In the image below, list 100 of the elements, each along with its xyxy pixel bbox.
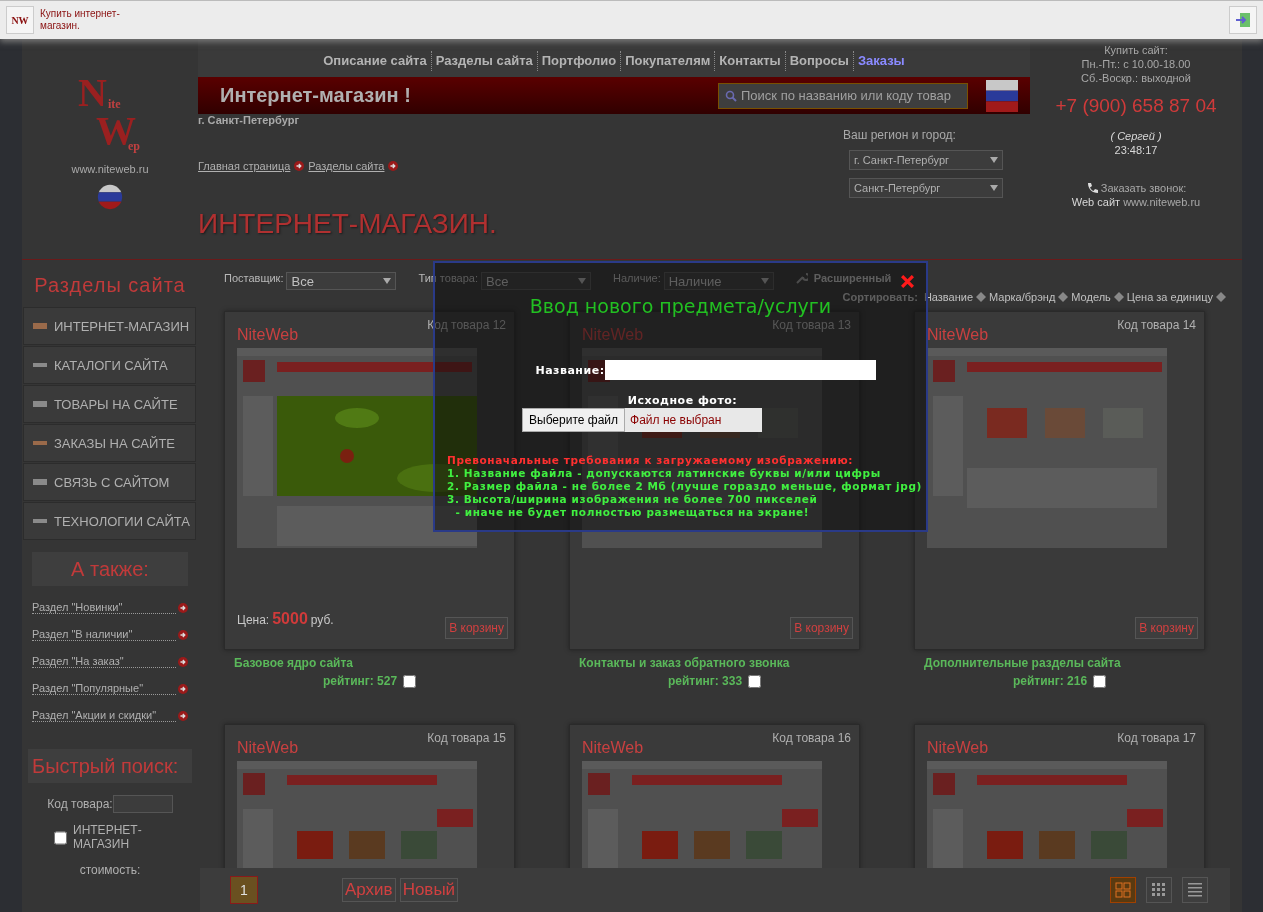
list-view-icon	[1187, 882, 1203, 898]
requirement-text: 2. Размер файла - не более 2 Мб (лучше гораздо меньше, формат jpg)	[447, 480, 923, 493]
requirement-text: 1. Название файла - допускаются латинские буквы и/или цифры	[447, 467, 882, 480]
sort-icon[interactable]	[1216, 292, 1226, 302]
product-code: Код товара 15	[427, 731, 506, 745]
requirement-text: - иначе не будет полностью размещаться на экране!	[454, 506, 811, 519]
dropdown-arrow-icon	[760, 278, 769, 284]
brand-name: NiteWeb	[927, 326, 989, 344]
compare-checkbox[interactable]	[748, 674, 762, 688]
section-link[interactable]: Раздел "В наличии"	[32, 628, 176, 641]
small-grid-icon	[1151, 882, 1167, 898]
sidebar-item[interactable]: КАТАЛОГИ САЙТА	[23, 346, 196, 384]
sort-icon[interactable]	[1058, 292, 1069, 302]
filter-label: Наличие:	[613, 272, 661, 286]
sidebar-item-label: КАТАЛОГИ САЙТА	[54, 357, 168, 373]
web-url: www.niteweb.ru	[1123, 196, 1201, 208]
arrow-circle-icon	[178, 602, 188, 613]
sidebar-item[interactable]: СВЯЗЬ С САЙТОМ	[23, 463, 196, 501]
nav-link[interactable]: Контакты	[714, 51, 785, 71]
sidebar-item-label: СВЯЗЬ С САЙТОМ	[54, 474, 170, 490]
menu-icon	[32, 438, 48, 448]
contact-title: Купить сайт:	[1104, 43, 1168, 57]
region-select[interactable]: г. Санкт-Петербург	[849, 150, 1003, 170]
sidebar-item[interactable]: ЗАКАЗЫ НА САЙТЕ	[23, 424, 196, 462]
section-link[interactable]: Раздел "Акции и скидки"	[32, 709, 176, 722]
section-link[interactable]: Раздел "Новинки"	[32, 601, 176, 614]
web-label: Web сайт	[1071, 196, 1121, 208]
menu-icon	[32, 321, 48, 331]
sidebar-item[interactable]: ТОВАРЫ НА САЙТЕ	[23, 385, 196, 423]
clock-time: 23:48:17	[1114, 143, 1158, 157]
brand-name: NiteWeb	[582, 326, 644, 344]
flag-icon[interactable]	[96, 183, 124, 211]
nav-link[interactable]: Заказы	[852, 51, 909, 71]
sidebar-item-label: ИНТЕРНЕТ-МАГАЗИН	[54, 318, 190, 334]
region-label: Ваш регион и город:	[843, 128, 956, 142]
nav-link[interactable]: Покупателям	[620, 51, 715, 71]
choose-file-button[interactable]: Выберите файл	[522, 408, 626, 432]
region-select[interactable]: Санкт-Петербург	[849, 178, 1003, 198]
category-label: ИНТЕРНЕТ-МАГАЗИН	[73, 823, 143, 851]
currency-label: руб.	[310, 613, 334, 627]
file-picker[interactable]: Выберите файл Файл не выбран	[522, 408, 762, 432]
callback-link[interactable]: Заказать звонок:	[1100, 181, 1187, 195]
dropdown-arrow-icon	[383, 278, 392, 284]
breadcrumb-link[interactable]: Разделы сайта	[308, 160, 385, 172]
phone-icon	[1085, 182, 1098, 194]
arrow-circle-icon	[294, 161, 305, 171]
photo-label: Исходное фото:	[626, 394, 739, 407]
product-name[interactable]: Базовое ядро сайта	[234, 656, 515, 670]
arrow-circle-icon	[388, 161, 399, 171]
sort-label: Сортировать:	[842, 291, 918, 303]
arrow-circle-icon	[178, 683, 188, 694]
sidebar-item[interactable]: ИНТЕРНЕТ-МАГАЗИН	[23, 307, 196, 345]
product-name[interactable]: Контакты и заказ обратного звонка	[579, 656, 860, 670]
city-label: г. Санкт-Петербург	[198, 114, 300, 126]
view-toggle[interactable]	[1146, 877, 1172, 903]
product-code: Код товара 14	[1117, 318, 1196, 332]
code-field[interactable]	[112, 795, 173, 813]
page-button[interactable]: 1	[230, 876, 258, 904]
search-field[interactable]: Поиск по названию или коду товар	[718, 82, 968, 109]
banner-title: Интернет-магазин !	[220, 84, 411, 107]
grid-view-icon	[1115, 882, 1131, 898]
sidebar-item-label: ЗАКАЗЫ НА САЙТЕ	[54, 435, 175, 451]
sort-option[interactable]: Модель	[1071, 291, 1111, 303]
sort-option[interactable]: Цена за единицу	[1126, 291, 1213, 303]
product-name[interactable]: Дополнительные разделы сайта	[924, 656, 1205, 670]
arrow-circle-icon	[178, 629, 188, 640]
filter-select[interactable]: Все	[286, 272, 397, 290]
price-label: Цена:	[237, 613, 270, 627]
compare-checkbox[interactable]	[403, 674, 417, 688]
sort-icon[interactable]	[1113, 292, 1124, 302]
menu-icon	[32, 399, 48, 409]
nav-link[interactable]: Вопросы	[784, 51, 853, 71]
view-toggle[interactable]	[1182, 877, 1208, 903]
site-logo[interactable]: NW	[6, 6, 34, 34]
view-toggle[interactable]	[1110, 877, 1136, 903]
close-icon[interactable]	[901, 275, 914, 288]
arrow-circle-icon	[178, 710, 188, 721]
requirements-title: Превоначальные требования к загружаемому изображению:	[447, 454, 855, 467]
nav-link[interactable]: Разделы сайта	[430, 51, 537, 71]
sidebar-item[interactable]: ТЕХНОЛОГИИ САЙТА	[23, 502, 196, 540]
breadcrumb-link[interactable]: Главная страница	[198, 160, 291, 172]
section-heading: А также:	[32, 552, 188, 586]
nav-link[interactable]: Описание сайта	[319, 51, 431, 71]
section-link[interactable]: Раздел "На заказ"	[32, 655, 176, 668]
compare-checkbox[interactable]	[1093, 674, 1107, 688]
site-url: www.niteweb.ru	[71, 163, 149, 175]
sidebar-title: Разделы сайта	[33, 274, 187, 297]
exit-icon[interactable]	[1229, 6, 1257, 34]
name-field[interactable]	[604, 360, 876, 380]
nav-link[interactable]: Портфолио	[536, 51, 621, 71]
dropdown-arrow-icon	[990, 157, 998, 163]
contact-name: ( Сергей )	[1110, 129, 1162, 143]
file-status: Файл не выбран	[629, 412, 722, 429]
section-link[interactable]: Раздел "Популярные"	[32, 682, 176, 695]
dropdown-arrow-icon	[990, 185, 998, 191]
arrow-circle-icon	[178, 656, 188, 667]
sort-option[interactable]: Марка/брэнд	[989, 291, 1056, 303]
sort-icon[interactable]	[976, 292, 987, 302]
brand-name: NiteWeb	[582, 739, 644, 757]
rating-text: рейтинг: 216	[1012, 674, 1088, 688]
